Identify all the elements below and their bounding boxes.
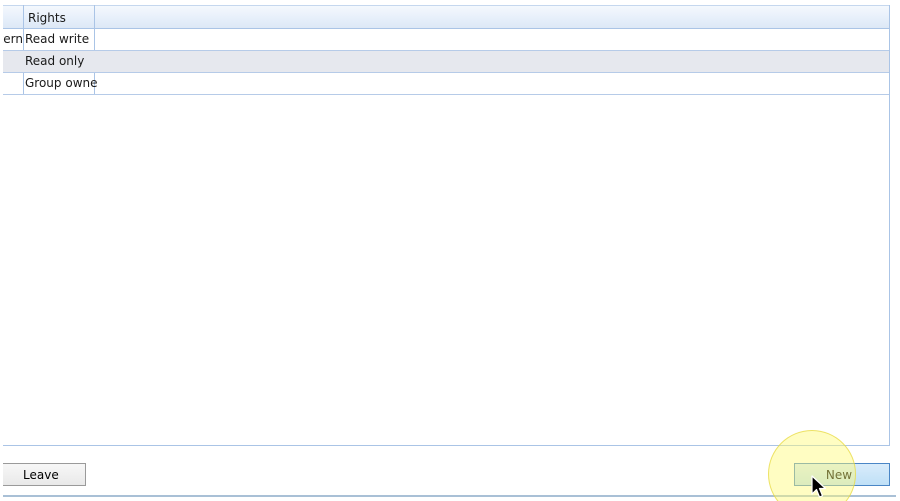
table-cell-partial [3,51,23,72]
table-cell-partial [3,73,23,94]
grid-header: Rights [3,5,889,30]
table-row[interactable]: Read only [3,51,889,73]
bottom-divider [3,495,896,497]
table-cell-rights: Group owner [25,76,97,90]
table-row[interactable]: tern Read write [3,29,889,51]
table-cell-rights: Read only [25,54,85,68]
table-cell-partial: tern [3,32,23,46]
app-window: Rights tern Read write Read only Group o… [0,0,900,501]
rights-grid[interactable]: Rights tern Read write Read only Group o… [3,5,890,446]
table-cell-rights: Read write [25,32,90,46]
leave-button[interactable]: Leave [3,463,86,486]
table-row[interactable]: Group owner [3,73,889,95]
column-header-rights[interactable]: Rights [28,6,96,30]
new-button[interactable]: New [794,463,890,486]
column-header-partial[interactable] [3,6,23,30]
